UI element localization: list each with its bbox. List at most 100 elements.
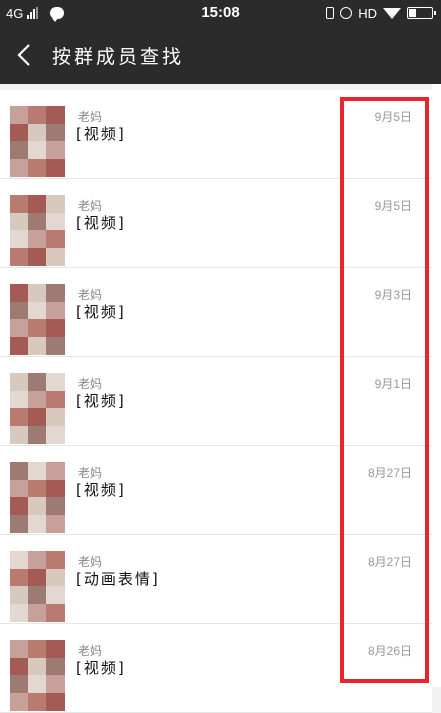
message-content: [视频] xyxy=(76,481,126,499)
avatar-mosaic-cell xyxy=(28,390,47,409)
avatar[interactable] xyxy=(10,106,65,177)
avatar-mosaic-cell xyxy=(46,106,65,124)
avatar-mosaic-cell xyxy=(46,675,65,693)
avatar-mosaic-cell xyxy=(10,497,29,515)
avatar-mosaic-cell xyxy=(10,675,29,693)
avatar-mosaic-cell xyxy=(28,479,47,498)
avatar-mosaic-cell xyxy=(10,640,29,658)
avatar-mosaic-cell xyxy=(46,692,65,711)
avatar[interactable] xyxy=(10,373,65,444)
avatar-mosaic-cell xyxy=(46,319,65,337)
avatar-mosaic-cell xyxy=(46,195,65,213)
message-date: 9月5日 xyxy=(374,110,412,124)
avatar-mosaic-cell xyxy=(28,158,47,177)
avatar-mosaic-cell xyxy=(46,479,65,498)
avatar-mosaic-cell xyxy=(10,284,29,302)
avatar-mosaic-cell xyxy=(28,425,47,444)
message-date: 9月3日 xyxy=(374,288,412,302)
avatar-mosaic-cell xyxy=(28,247,47,266)
avatar-mosaic-cell xyxy=(46,141,65,159)
avatar-mosaic-cell xyxy=(28,195,47,213)
message-date: 9月5日 xyxy=(374,199,412,213)
avatar-mosaic-cell xyxy=(10,390,29,409)
title-bar: 按群成员查找 xyxy=(0,26,441,84)
vibrate-icon xyxy=(326,7,335,19)
avatar-mosaic-cell xyxy=(10,462,29,480)
avatar-mosaic-cell xyxy=(28,212,47,231)
status-bar: 4G 15:08 HD xyxy=(0,0,441,26)
avatar-mosaic-cell xyxy=(46,603,65,622)
avatar-mosaic-cell xyxy=(10,425,29,444)
avatar-mosaic-cell xyxy=(28,319,47,337)
avatar-mosaic-cell xyxy=(28,141,47,159)
avatar-mosaic-cell xyxy=(10,551,29,569)
avatar-mosaic-cell xyxy=(46,373,65,391)
avatar-mosaic-cell xyxy=(28,408,47,426)
avatar-mosaic-cell xyxy=(28,462,47,480)
message-row[interactable]: 老妈 [视频] 8月27日 xyxy=(0,446,432,535)
avatar-mosaic-cell xyxy=(28,373,47,391)
avatar-mosaic-cell xyxy=(28,230,47,248)
avatar-mosaic-cell xyxy=(10,568,29,587)
avatar-mosaic-cell xyxy=(28,675,47,693)
message-content: [视频] xyxy=(76,392,126,410)
avatar-mosaic-cell xyxy=(28,657,47,676)
avatar-mosaic-cell xyxy=(10,514,29,533)
avatar-mosaic-cell xyxy=(46,657,65,676)
avatar-mosaic-cell xyxy=(46,514,65,533)
avatar-mosaic-cell xyxy=(10,123,29,142)
avatar-mosaic-cell xyxy=(28,586,47,604)
avatar-mosaic-cell xyxy=(28,551,47,569)
avatar-mosaic-cell xyxy=(10,247,29,266)
avatar[interactable] xyxy=(10,551,65,622)
page-title: 按群成员查找 xyxy=(52,46,185,68)
message-date: 8月27日 xyxy=(367,466,412,480)
back-button[interactable] xyxy=(10,40,40,70)
avatar[interactable] xyxy=(10,284,65,355)
avatar-mosaic-cell xyxy=(10,212,29,231)
avatar-mosaic-cell xyxy=(28,514,47,533)
message-row[interactable]: 老妈 [视频] 9月5日 xyxy=(0,90,432,179)
message-row[interactable]: 老妈 [视频] 9月3日 xyxy=(0,268,432,357)
avatar-mosaic-cell xyxy=(28,640,47,658)
message-row[interactable]: 老妈 [视频] 8月26日 xyxy=(0,624,432,713)
avatar-mosaic-cell xyxy=(46,336,65,355)
chevron-left-icon xyxy=(17,44,30,66)
avatar-mosaic-cell xyxy=(10,603,29,622)
avatar-mosaic-cell xyxy=(10,586,29,604)
avatar-mosaic-cell xyxy=(46,462,65,480)
avatar-mosaic-cell xyxy=(46,301,65,320)
message-list: 老妈 [视频] 9月5日 老妈 [视频] 9月5日 老妈 [视频] 9月3日 老妈 [视频] 9月1日… xyxy=(0,90,432,713)
message-row[interactable]: 老妈 [视频] 9月1日 xyxy=(0,357,432,446)
message-content: [视频] xyxy=(76,214,126,232)
avatar-mosaic-cell xyxy=(28,123,47,142)
avatar-mosaic-cell xyxy=(46,230,65,248)
avatar-mosaic-cell xyxy=(28,336,47,355)
message-row[interactable]: 老妈 [动画表情] 8月27日 xyxy=(0,535,432,624)
avatar-mosaic-cell xyxy=(10,230,29,248)
avatar-mosaic-cell xyxy=(46,158,65,177)
avatar[interactable] xyxy=(10,640,65,711)
avatar-mosaic-cell xyxy=(28,106,47,124)
alarm-icon xyxy=(340,7,353,19)
scroll-edge xyxy=(432,84,441,687)
avatar-mosaic-cell xyxy=(46,390,65,409)
message-content: [视频] xyxy=(76,125,126,143)
avatar-mosaic-cell xyxy=(46,551,65,569)
message-content: [视频] xyxy=(76,659,126,677)
avatar-mosaic-cell xyxy=(46,247,65,266)
avatar[interactable] xyxy=(10,462,65,533)
status-right: HD xyxy=(326,5,436,21)
avatar-mosaic-cell xyxy=(10,319,29,337)
avatar-mosaic-cell xyxy=(28,603,47,622)
avatar-mosaic-cell xyxy=(10,106,29,124)
avatar-mosaic-cell xyxy=(46,497,65,515)
avatar-mosaic-cell xyxy=(10,657,29,676)
avatar-mosaic-cell xyxy=(28,497,47,515)
message-row[interactable]: 老妈 [视频] 9月5日 xyxy=(0,179,432,268)
avatar-mosaic-cell xyxy=(46,123,65,142)
avatar[interactable] xyxy=(10,195,65,266)
message-date: 9月1日 xyxy=(374,377,412,391)
avatar-mosaic-cell xyxy=(46,640,65,658)
avatar-mosaic-cell xyxy=(10,408,29,426)
